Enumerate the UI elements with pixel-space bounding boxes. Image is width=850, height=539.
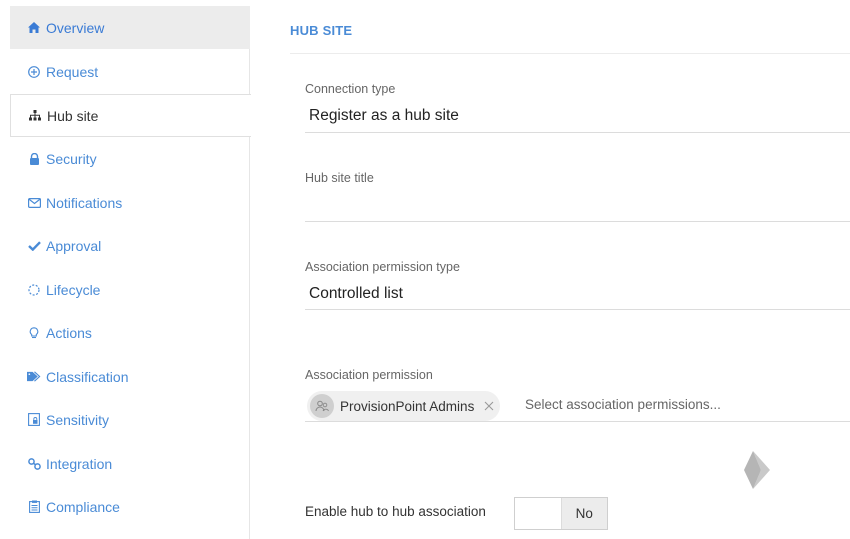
sidebar-item-label: Notifications <box>46 194 123 211</box>
sidebar-item-approval[interactable]: Approval <box>10 224 250 267</box>
chevron-decoration-icon <box>744 451 770 489</box>
toggle-state-label: No <box>561 498 607 529</box>
permission-chip: ProvisionPoint Admins <box>307 391 501 421</box>
connection-type-underline <box>305 132 850 133</box>
sidebar-item-label: Security <box>46 150 97 167</box>
tags-icon <box>27 371 41 382</box>
plus-circle-icon <box>27 65 41 78</box>
hub-to-hub-label: Enable hub to hub association <box>305 504 486 519</box>
sidebar-item-label: Approval <box>46 237 102 254</box>
sidebar-item-label: Hub site <box>47 107 99 124</box>
section-title: HUB SITE <box>290 23 353 38</box>
association-permission-label: Association permission <box>305 368 433 382</box>
hub-to-hub-toggle[interactable]: No <box>514 497 608 530</box>
sidebar-item-label: Lifecycle <box>46 281 101 298</box>
sidebar-item-label: Integration <box>46 455 113 472</box>
sidebar-item-classification[interactable]: Classification <box>10 355 250 398</box>
sidebar-item-compliance[interactable]: Compliance <box>10 485 250 528</box>
hub-site-title-underline <box>305 221 850 222</box>
sidebar-item-label: Actions <box>46 324 92 341</box>
sidebar-item-label: Overview <box>46 19 105 36</box>
sidebar-item-hub-site[interactable]: Hub site <box>10 94 251 137</box>
toggle-knob <box>515 498 562 529</box>
group-avatar-icon <box>310 394 334 418</box>
sitemap-icon <box>28 110 42 121</box>
link-icon <box>27 457 41 470</box>
chip-label: ProvisionPoint Admins <box>340 398 475 414</box>
lock-icon <box>27 152 41 165</box>
association-permission-type-underline <box>305 309 850 310</box>
association-permission-underline <box>305 421 850 422</box>
sidebar-item-security[interactable]: Security <box>10 137 250 180</box>
association-permission-type-select[interactable]: Controlled list <box>309 285 403 303</box>
sidebar-item-actions[interactable]: Actions <box>10 311 250 354</box>
connection-type-select[interactable]: Register as a hub site <box>309 107 459 125</box>
association-permission-type-label: Association permission type <box>305 260 460 274</box>
hub-site-title-input[interactable] <box>309 192 849 218</box>
sidebar-item-notifications[interactable]: Notifications <box>10 181 250 224</box>
connection-type-label: Connection type <box>305 82 396 96</box>
sidebar-item-label: Compliance <box>46 498 120 515</box>
check-icon <box>27 240 41 251</box>
sidebar-item-label: Classification <box>46 368 129 385</box>
hub-site-title-label: Hub site title <box>305 171 374 185</box>
association-permission-input[interactable]: Select association permissions... <box>525 397 721 412</box>
sensitivity-label-icon <box>27 413 41 426</box>
sidebar-item-integration[interactable]: Integration <box>10 442 250 485</box>
sidebar-item-lifecycle[interactable]: Lifecycle <box>10 268 250 311</box>
sidebar-item-overview[interactable]: Overview <box>10 6 250 49</box>
lightbulb-icon <box>27 326 41 339</box>
spinner-icon <box>27 283 41 296</box>
clipboard-icon <box>27 500 41 513</box>
sidebar-item-label: Sensitivity <box>46 411 110 428</box>
sidebar-item-label: Request <box>46 63 99 80</box>
sidebar-item-sensitivity[interactable]: Sensitivity <box>10 398 250 441</box>
sidebar-item-request[interactable]: Request <box>10 50 250 93</box>
divider <box>290 53 850 54</box>
home-icon <box>27 22 41 33</box>
sidebar: Overview Request Hub site Security Notif… <box>10 6 251 539</box>
close-icon[interactable] <box>484 398 494 414</box>
envelope-icon <box>27 197 41 208</box>
